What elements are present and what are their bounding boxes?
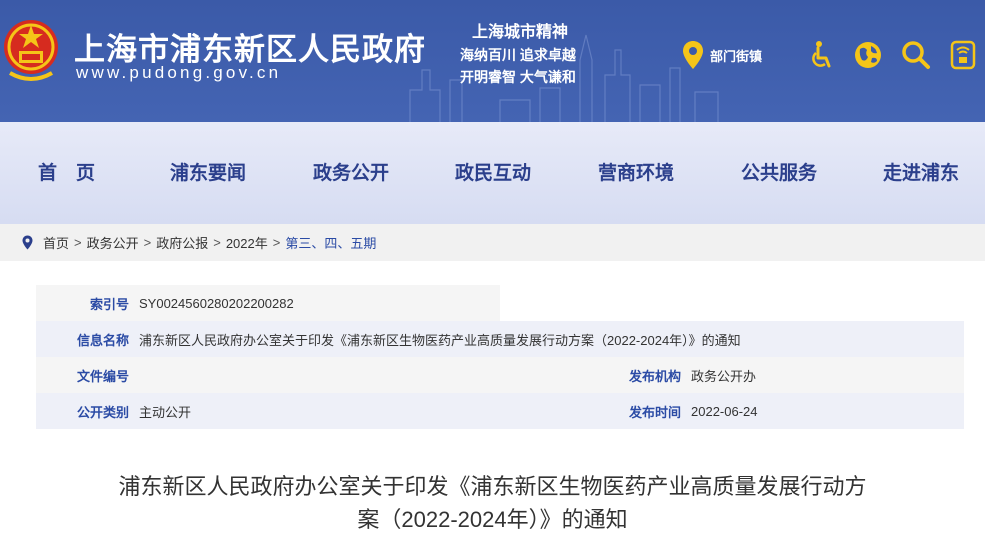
nav-item-news[interactable]: 浦东要闻: [170, 158, 246, 185]
category-value: 主动公开: [139, 404, 192, 420]
language-button[interactable]: [852, 39, 884, 71]
breadcrumb-separator: >: [74, 235, 82, 250]
nav-item-public-service[interactable]: 公共服务: [741, 158, 817, 185]
info-name-value: 浦东新区人民政府办公室关于印发《浦东新区生物医药产业高质量发展行动方案（2022…: [139, 332, 741, 348]
location-pin-icon: [22, 235, 33, 250]
info-row-index: 索引号 SY0024560280202200282: [36, 285, 500, 321]
nav-item-home[interactable]: 首 页: [38, 158, 95, 185]
globe-icon: [855, 42, 881, 68]
publish-date-value: 2022-06-24: [691, 403, 758, 419]
info-row-name: 信息名称 浦东新区人民政府办公室关于印发《浦东新区生物医药产业高质量发展行动方案…: [36, 321, 964, 357]
nav-item-business[interactable]: 营商环境: [598, 158, 674, 185]
article-title: 浦东新区人民政府办公室关于印发《浦东新区生物医药产业高质量发展行动方 案（202…: [60, 470, 925, 536]
publisher-label: 发布机构: [628, 368, 681, 384]
breadcrumb-item-current[interactable]: 第三、四、五期: [285, 233, 376, 252]
search-button[interactable]: [900, 39, 932, 71]
breadcrumb-separator: >: [272, 235, 281, 250]
breadcrumb-separator: >: [213, 235, 221, 250]
info-row-docno-org: 文件编号 发布机构 政务公开办: [36, 357, 964, 393]
mobile-icon: [950, 40, 976, 70]
location-pin-icon: [683, 41, 703, 69]
breadcrumb-item-home[interactable]: 首页: [43, 233, 69, 252]
breadcrumb-item-year[interactable]: 2022年: [226, 233, 268, 252]
dept-district-label: 部门街镇: [710, 48, 763, 64]
publisher-value: 政务公开办: [691, 368, 757, 384]
search-icon: [902, 41, 930, 69]
article-title-line: 浦东新区人民政府办公室关于印发《浦东新区生物医药产业高质量发展行动方: [118, 474, 867, 499]
publish-date-label: 发布时间: [628, 404, 681, 420]
city-spirit-line: 海纳百川 追求卓越: [460, 47, 576, 63]
nav-item-gov-affairs[interactable]: 政务公开: [313, 158, 389, 185]
breadcrumb-item-gazette[interactable]: 政府公报: [156, 233, 208, 252]
breadcrumb-item-gov-affairs[interactable]: 政务公开: [87, 233, 139, 252]
info-name-label: 信息名称: [76, 332, 129, 348]
index-number-label: 索引号: [89, 296, 129, 312]
main-nav: 首 页 浦东要闻 政务公开 政民互动 营商环境 公共服务 走进浦东: [0, 122, 985, 224]
nav-item-about[interactable]: 走进浦东: [883, 158, 959, 185]
site-header: 上海市浦东新区人民政府 www.pudong.gov.cn 上海城市精神 海纳百…: [0, 0, 985, 122]
site-url: www.pudong.gov.cn: [76, 63, 282, 82]
city-spirit-title: 上海城市精神: [472, 24, 569, 41]
nav-item-interaction[interactable]: 政民互动: [455, 158, 531, 185]
dept-district-link[interactable]: 部门街镇: [682, 40, 762, 70]
breadcrumb: 首页 > 政务公开 > 政府公报 > 2022年 > 第三、四、五期: [0, 224, 985, 261]
mobile-version-button[interactable]: [947, 39, 979, 71]
doc-number-label: 文件编号: [76, 368, 129, 384]
info-row-category-date: 公开类别 主动公开 发布时间 2022-06-24: [36, 393, 964, 429]
accessibility-icon: [812, 41, 831, 68]
category-label: 公开类别: [76, 404, 129, 420]
accessibility-button[interactable]: [806, 39, 838, 71]
index-number-value: SY0024560280202200282: [139, 295, 294, 311]
article-title-line: 案（2022-2024年）》的通知: [357, 507, 628, 532]
city-spirit-line: 开明睿智 大气谦和: [460, 69, 576, 85]
breadcrumb-separator: >: [143, 235, 152, 250]
national-emblem-logo: [4, 20, 58, 81]
